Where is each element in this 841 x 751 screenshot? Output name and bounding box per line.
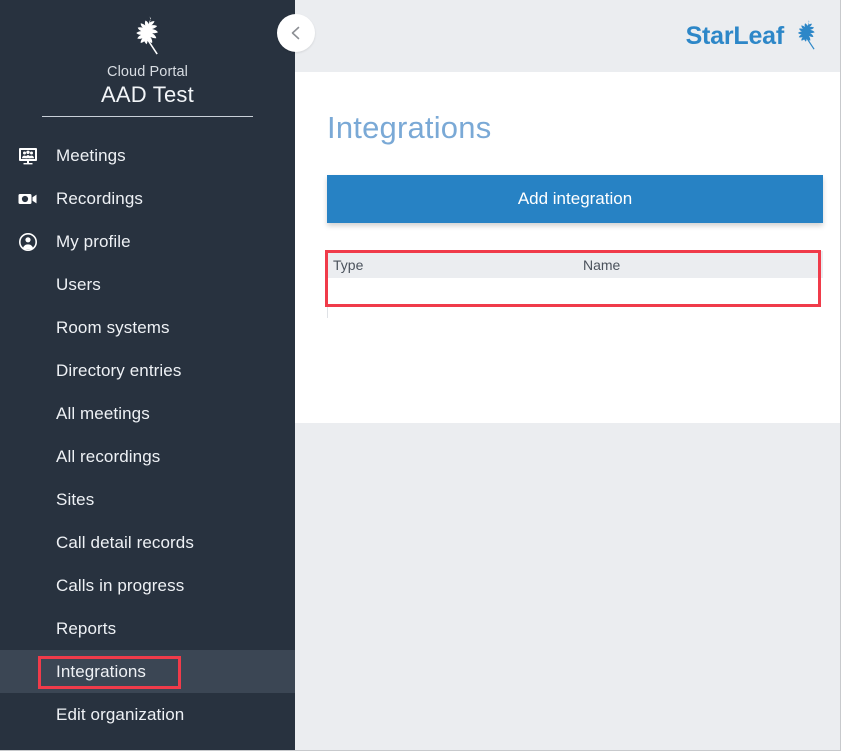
table-header-row: TypeName: [327, 251, 823, 278]
meeting-screen-icon: [15, 144, 41, 168]
sidebar-item-directory-entries[interactable]: Directory entries: [0, 349, 295, 392]
top-bar: StarLeaf: [295, 0, 840, 72]
sidebar-item-label: Room systems: [56, 318, 170, 338]
user-circle-icon: [15, 230, 41, 254]
table-body: [327, 278, 823, 318]
sidebar: Cloud Portal AAD Test Meetings Recordings…: [0, 0, 295, 751]
starleaf-leaf-icon: [790, 18, 824, 54]
sidebar-item-label: Call detail records: [56, 533, 194, 553]
sidebar-item-recordings[interactable]: Recordings: [0, 177, 295, 220]
sidebar-brand: Cloud Portal AAD Test: [0, 0, 295, 117]
chevron-left-icon: [288, 25, 304, 41]
user-circle-icon: [17, 232, 39, 252]
sidebar-item-integrations[interactable]: Integrations: [0, 650, 295, 693]
sidebar-nav: Meetings Recordings My profile Users Room sy…: [0, 134, 295, 736]
sidebar-item-meetings[interactable]: Meetings: [0, 134, 295, 177]
sidebar-item-label: Edit organization: [56, 705, 184, 725]
sidebar-item-label: Meetings: [56, 146, 126, 166]
sidebar-item-label: Users: [56, 275, 101, 295]
sidebar-item-calls-in-progress[interactable]: Calls in progress: [0, 564, 295, 607]
sidebar-item-label: Integrations: [56, 662, 146, 682]
sidebar-item-label: My profile: [56, 232, 131, 252]
sidebar-item-my-profile[interactable]: My profile: [0, 220, 295, 263]
video-camera-icon: [15, 187, 41, 211]
sidebar-item-label: All recordings: [56, 447, 160, 467]
content-panel: Integrations Add integration TypeName: [295, 72, 840, 423]
table-empty-row: [328, 278, 823, 318]
starleaf-logo: StarLeaf: [686, 18, 824, 54]
sidebar-item-users[interactable]: Users: [0, 263, 295, 306]
starleaf-leaf-icon: [126, 14, 170, 60]
sidebar-item-label: Reports: [56, 619, 116, 639]
app-window: Cloud Portal AAD Test Meetings Recordings…: [0, 0, 841, 751]
sidebar-item-label: Sites: [56, 490, 94, 510]
sidebar-item-reports[interactable]: Reports: [0, 607, 295, 650]
sidebar-item-all-recordings[interactable]: All recordings: [0, 435, 295, 478]
sidebar-item-label: All meetings: [56, 404, 150, 424]
sidebar-item-room-systems[interactable]: Room systems: [0, 306, 295, 349]
sidebar-collapse-button[interactable]: [277, 14, 315, 52]
sidebar-item-label: Calls in progress: [56, 576, 184, 596]
sidebar-item-label: Directory entries: [56, 361, 181, 381]
table-column-header-type[interactable]: Type: [327, 257, 583, 273]
sidebar-item-all-meetings[interactable]: All meetings: [0, 392, 295, 435]
page-title: Integrations: [327, 72, 824, 146]
brand-org-name: AAD Test: [0, 82, 295, 108]
meeting-screen-icon: [17, 146, 39, 166]
brand-divider: [42, 116, 253, 117]
brand-wordmark: StarLeaf: [686, 22, 784, 51]
main-area: StarLeaf Integrations Add integration Ty…: [295, 0, 840, 750]
sidebar-item-call-detail-records[interactable]: Call detail records: [0, 521, 295, 564]
brand-subtitle: Cloud Portal: [0, 64, 295, 80]
table-column-header-name[interactable]: Name: [583, 257, 823, 273]
add-integration-button[interactable]: Add integration: [327, 175, 823, 223]
sidebar-item-edit-organization[interactable]: Edit organization: [0, 693, 295, 736]
integrations-table: TypeName: [327, 251, 823, 318]
sidebar-item-label: Recordings: [56, 189, 143, 209]
sidebar-item-sites[interactable]: Sites: [0, 478, 295, 521]
video-camera-icon: [17, 189, 39, 209]
